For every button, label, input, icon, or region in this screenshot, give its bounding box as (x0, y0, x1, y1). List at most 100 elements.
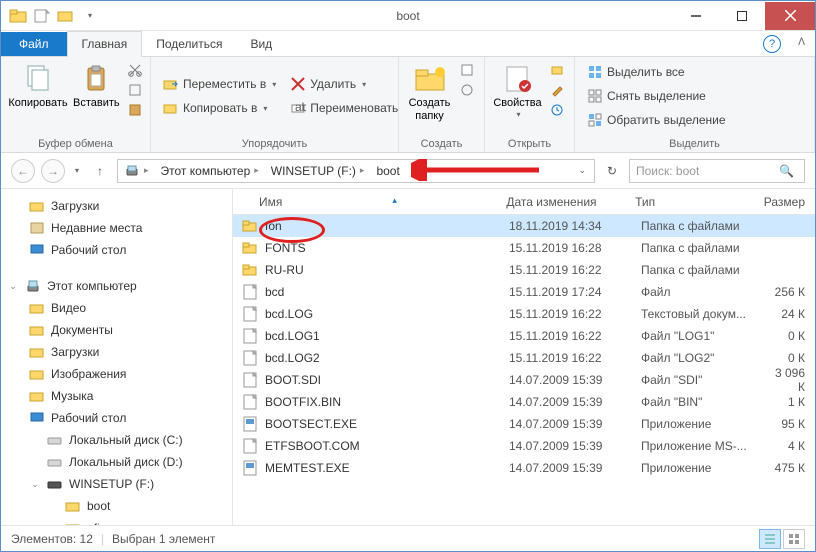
file-size: 256 К (773, 285, 815, 299)
ribbon-tabs: Файл Главная Поделиться Вид ᐱ ? (1, 31, 815, 57)
paste-shortcut-icon[interactable] (126, 101, 144, 119)
delete-button[interactable]: Удалить▾ (286, 73, 402, 95)
tree-recent[interactable]: Недавние места (7, 217, 232, 239)
tree-efi[interactable]: efi (7, 517, 232, 525)
icons-view-button[interactable] (783, 529, 805, 549)
tree-desktop2[interactable]: Рабочий стол (7, 407, 232, 429)
cut-icon[interactable] (126, 61, 144, 79)
table-row[interactable]: BOOTSECT.EXE14.07.2009 15:39Приложение95… (233, 413, 815, 435)
tree-desktop[interactable]: Рабочий стол (7, 239, 232, 261)
file-date: 14.07.2009 15:39 (509, 439, 641, 453)
help-icon[interactable]: ? (763, 35, 781, 53)
breadcrumb-drive[interactable]: WINSETUP (F:)▸ (267, 164, 373, 178)
tree-local-d[interactable]: Локальный диск (D:) (7, 451, 232, 473)
address-dropdown[interactable]: ⌄ (572, 165, 592, 176)
up-button[interactable]: ↑ (89, 160, 111, 182)
table-row[interactable]: BOOT.SDI14.07.2009 15:39Файл "SDI"3 096 … (233, 369, 815, 391)
table-row[interactable]: bcd15.11.2019 17:24Файл256 К (233, 281, 815, 303)
drive-icon (47, 454, 63, 470)
group-open-label: Открыть (493, 136, 566, 150)
table-row[interactable]: ETFSBOOT.COM14.07.2009 15:39Приложение M… (233, 435, 815, 457)
properties-icon[interactable] (55, 5, 77, 27)
select-all-button[interactable]: Выделить все (583, 61, 730, 82)
move-icon (163, 76, 179, 92)
move-to-button[interactable]: Переместить в▾ (159, 73, 280, 95)
paste-button[interactable]: Вставить (73, 61, 120, 110)
copy-path-icon[interactable] (126, 81, 144, 99)
table-row[interactable]: RU-RU15.11.2019 16:22Папка с файлами (233, 259, 815, 281)
column-size[interactable]: Размер (754, 195, 815, 209)
expand-icon[interactable]: ⌄ (7, 281, 19, 292)
address-bar[interactable]: ▸ Этот компьютер▸ WINSETUP (F:)▸ boot ⌄ (117, 159, 595, 183)
copy-button[interactable]: Копировать (9, 61, 67, 110)
new-folder-icon[interactable] (31, 5, 53, 27)
expand-icon[interactable]: ⌄ (29, 479, 41, 490)
tree-documents[interactable]: Документы (7, 319, 232, 341)
tree-videos[interactable]: Видео (7, 297, 232, 319)
tab-file[interactable]: Файл (1, 32, 67, 56)
file-size: 1 К (773, 395, 815, 409)
history-icon[interactable] (548, 101, 566, 119)
tree-this-pc[interactable]: ⌄Этот компьютер (7, 275, 232, 297)
table-row[interactable]: bcd.LOG15.11.2019 16:22Текстовый докум..… (233, 303, 815, 325)
select-none-button[interactable]: Снять выделение (583, 85, 730, 106)
delete-icon (290, 76, 306, 92)
back-button[interactable]: ← (11, 159, 35, 183)
minimize-button[interactable] (673, 2, 719, 30)
table-row[interactable]: MEMTEST.EXE14.07.2009 15:39Приложение475… (233, 457, 815, 479)
refresh-button[interactable]: ↻ (601, 160, 623, 182)
table-row[interactable]: fon18.11.2019 14:34Папка с файлами (233, 215, 815, 237)
tree-winsetup[interactable]: ⌄WINSETUP (F:) (7, 473, 232, 495)
ribbon: Копировать Вставить Буфер обмена Перемес… (1, 57, 815, 153)
table-row[interactable]: bcd.LOG115.11.2019 16:22Файл "LOG1"0 К (233, 325, 815, 347)
file-date: 15.11.2019 16:22 (509, 351, 641, 365)
tree-pictures[interactable]: Изображения (7, 363, 232, 385)
properties-button[interactable]: Свойства▾ (493, 61, 542, 119)
breadcrumb-root-icon[interactable]: ▸ (120, 163, 157, 179)
file-size: 95 К (773, 417, 815, 431)
search-input[interactable]: Поиск: boot 🔍 (629, 159, 805, 183)
column-name[interactable]: Имя▴ (233, 195, 496, 209)
tree-local-c[interactable]: Локальный диск (C:) (7, 429, 232, 451)
breadcrumb-folder[interactable]: boot (372, 164, 403, 178)
column-type[interactable]: Тип (625, 195, 754, 209)
file-size: 24 К (773, 307, 815, 321)
invert-selection-button[interactable]: Обратить выделение (583, 110, 730, 131)
table-row[interactable]: bcd.LOG215.11.2019 16:22Файл "LOG2"0 К (233, 347, 815, 369)
chevron-up-icon[interactable]: ᐱ (798, 37, 805, 48)
new-item-icon[interactable] (458, 61, 476, 79)
maximize-button[interactable] (719, 2, 765, 30)
tab-view[interactable]: Вид (236, 32, 286, 56)
easy-access-icon[interactable] (458, 81, 476, 99)
edit-icon[interactable] (548, 81, 566, 99)
recent-icon (29, 220, 45, 236)
chevron-down-icon[interactable]: ▾ (79, 5, 101, 27)
group-select-label: Выделить (583, 136, 806, 150)
tab-home[interactable]: Главная (67, 31, 143, 57)
copy-to-button[interactable]: Копировать в▾ (159, 97, 280, 119)
file-name: FONTS (265, 241, 509, 255)
tab-share[interactable]: Поделиться (142, 32, 236, 56)
file-type: Файл "BIN" (641, 395, 773, 409)
tree-music[interactable]: Музыка (7, 385, 232, 407)
column-date[interactable]: Дата изменения (496, 195, 625, 209)
table-row[interactable]: FONTS15.11.2019 16:28Папка с файлами (233, 237, 815, 259)
rename-icon: ab (290, 100, 306, 116)
breadcrumb-pc[interactable]: Этот компьютер▸ (157, 164, 267, 178)
file-date: 15.11.2019 16:22 (509, 307, 641, 321)
tree-boot[interactable]: boot (7, 495, 232, 517)
file-icon (241, 349, 259, 367)
paste-icon (80, 63, 112, 95)
forward-button[interactable]: → (41, 159, 65, 183)
details-view-button[interactable] (759, 529, 781, 549)
group-clipboard-label: Буфер обмена (9, 136, 142, 150)
tree-downloads[interactable]: Загрузки (7, 195, 232, 217)
rename-button[interactable]: abПереименовать (286, 97, 402, 119)
open-icon[interactable] (548, 61, 566, 79)
close-button[interactable] (765, 2, 815, 30)
new-folder-button[interactable]: Создать папку (407, 61, 452, 123)
tree-downloads2[interactable]: Загрузки (7, 341, 232, 363)
history-dropdown[interactable]: ▾ (71, 166, 83, 175)
table-row[interactable]: BOOTFIX.BIN14.07.2009 15:39Файл "BIN"1 К (233, 391, 815, 413)
file-name: BOOTSECT.EXE (265, 417, 509, 431)
